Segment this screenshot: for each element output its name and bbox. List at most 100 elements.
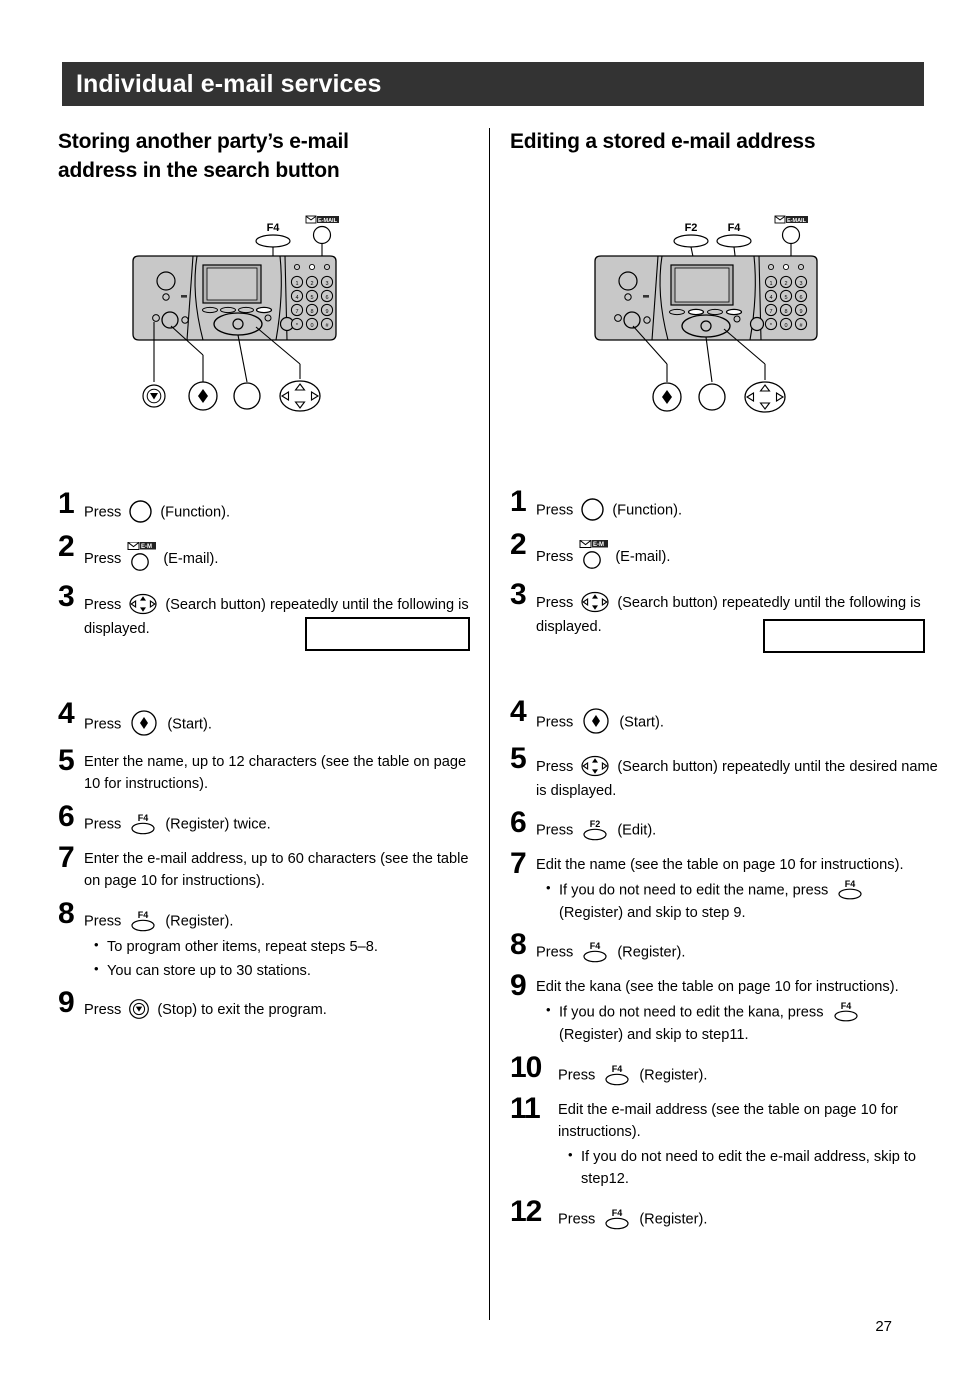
start-key-on-panel: [623, 311, 641, 329]
f4-button-icon: F4: [127, 909, 159, 933]
step-text-after: (Register) twice.: [165, 816, 271, 833]
step-text-after: (Start).: [167, 715, 212, 732]
f4-key-on-panel: [725, 308, 743, 316]
f4-button-icon: F4: [830, 1001, 862, 1023]
svg-text:9: 9: [325, 309, 328, 315]
svg-text:F2: F2: [590, 819, 601, 829]
svg-text:0: 0: [784, 323, 787, 329]
page-title-bar: Individual e-mail services: [62, 62, 924, 106]
step-text-before: Press: [558, 1066, 596, 1083]
f4-key-outline: [255, 234, 291, 248]
svg-text:1: 1: [769, 281, 772, 287]
step-number: 5: [58, 743, 75, 777]
svg-text:5: 5: [784, 295, 787, 301]
step-text: Press E-M (E-mail).: [84, 533, 478, 576]
step-item: 1 Press (Function).: [510, 484, 942, 524]
step-bullet: To program other items, repeat steps 5–8…: [94, 935, 478, 959]
step-item: 4 Press (Start).: [58, 696, 478, 740]
step-number: 9: [510, 969, 527, 1003]
f4-button-icon: F4: [601, 1063, 633, 1087]
f2-button-icon: F2: [579, 818, 611, 842]
step-text: Press F4 (Register).: [558, 1054, 942, 1088]
f4-label: F4: [267, 222, 281, 234]
step-text-before: Edit the e-mail address (see the table o…: [558, 1101, 898, 1141]
svg-text:8: 8: [310, 309, 313, 315]
svg-text:5: 5: [310, 295, 313, 301]
f2-key-outline: [673, 234, 709, 248]
display-result-box-left: [305, 617, 470, 651]
step-text: Press (Function).: [536, 488, 942, 524]
search-button-callout: [744, 381, 786, 413]
bullet-text-after: (Register) and skip to step 9.: [559, 904, 746, 921]
step-number: 11: [510, 1091, 541, 1125]
step-text-after: (Register).: [639, 1066, 708, 1083]
start-button-callout: [652, 382, 682, 412]
start-button-icon: [130, 709, 158, 737]
right-section-heading: Editing a stored e-mail address: [510, 128, 942, 157]
svg-text:4: 4: [295, 295, 298, 301]
step-text: Edit the e-mail address (see the table o…: [558, 1095, 942, 1191]
svg-text:E-M: E-M: [141, 544, 152, 550]
svg-text:F4: F4: [612, 1064, 623, 1074]
step-text: Press (Search button) repeatedly until th…: [536, 745, 942, 803]
step-number: 3: [510, 577, 527, 611]
f4-key-on-panel: [255, 306, 273, 314]
search-button-icon: [578, 590, 612, 614]
left-section-heading: Storing another party’s e-mail address i…: [58, 128, 478, 186]
step-text: Press F4 (Register).: [536, 931, 942, 965]
svg-text:0: 0: [310, 323, 313, 329]
svg-text:3: 3: [325, 281, 328, 287]
column-divider: [489, 128, 490, 1320]
svg-text:7: 7: [295, 309, 298, 315]
step-text-before: Press: [84, 596, 122, 613]
step-text-before: Edit the kana (see the table on page 10 …: [536, 979, 899, 996]
step-item: 9 Press (Stop) to exit the program.: [58, 988, 478, 1022]
step-number: 1: [58, 486, 75, 520]
step-number: 10: [510, 1050, 542, 1084]
left-heading-line1: Storing another party’s e-mail: [58, 130, 349, 153]
right-steps: 1 Press (Function). 2 Press E-M (E-mail). 3…: [510, 484, 942, 1232]
step-bullet-list: If you do not need to edit the e-mail ad…: [558, 1145, 942, 1191]
step-text-after: (Function).: [612, 502, 683, 519]
step-number: 4: [58, 696, 75, 730]
step-item: 4 Press (Start).: [510, 696, 942, 738]
svg-text:F4: F4: [845, 879, 856, 889]
step-text-before: Press: [84, 913, 122, 930]
left-heading-line2: address in the search button: [58, 158, 340, 182]
step-text: Enter the e-mail address, up to 60 chara…: [84, 850, 469, 890]
bullet-text-before: If you do not need to edit the name, pre…: [559, 882, 829, 899]
start-key-on-panel: [161, 311, 179, 329]
control-panel-diagram-left: F4 E-MAIL 1 2 3 4 5 6 7 8 9 * 0 #: [130, 214, 340, 424]
function-button-callout: [698, 383, 726, 411]
email-key-outline: [312, 225, 332, 245]
step-text: Enter the name, up to 12 characters (see…: [84, 753, 467, 793]
step-text-before: Press: [84, 550, 122, 567]
step-number: 6: [58, 799, 75, 833]
search-button-icon: [126, 592, 160, 616]
f4-button-icon: F4: [579, 940, 611, 964]
step-text-before: Press: [536, 502, 574, 519]
step-bullet: If you do not need to edit the kana, pre…: [546, 1000, 942, 1047]
step-number: 3: [58, 579, 75, 613]
step-text-before: Press: [84, 1002, 122, 1019]
step-number: 1: [510, 484, 527, 518]
f2-label: F2: [685, 222, 698, 234]
svg-text:6: 6: [799, 295, 802, 301]
f4-label: F4: [728, 222, 742, 234]
step-text-after: (Start).: [619, 713, 664, 730]
step-item: 6 Press F4 (Register) twice.: [58, 799, 478, 837]
function-button-icon: [580, 497, 605, 522]
step-number: 12: [510, 1195, 542, 1229]
svg-text:4: 4: [769, 295, 772, 301]
step-text-before: Press: [536, 822, 574, 839]
step-text: Press F4 (Register) twice.: [84, 803, 478, 837]
svg-text:1: 1: [295, 281, 298, 287]
step-item: 10 Press F4 (Register).: [510, 1050, 942, 1088]
f4-button-icon: F4: [127, 812, 159, 836]
svg-text:9: 9: [799, 309, 802, 315]
manual-page: Individual e-mail services Storing anoth…: [0, 0, 954, 1376]
svg-text:F4: F4: [612, 1208, 623, 1218]
step-number: 7: [510, 847, 527, 881]
email-key-outline: [781, 225, 801, 245]
step-text-before: Press: [536, 758, 574, 775]
